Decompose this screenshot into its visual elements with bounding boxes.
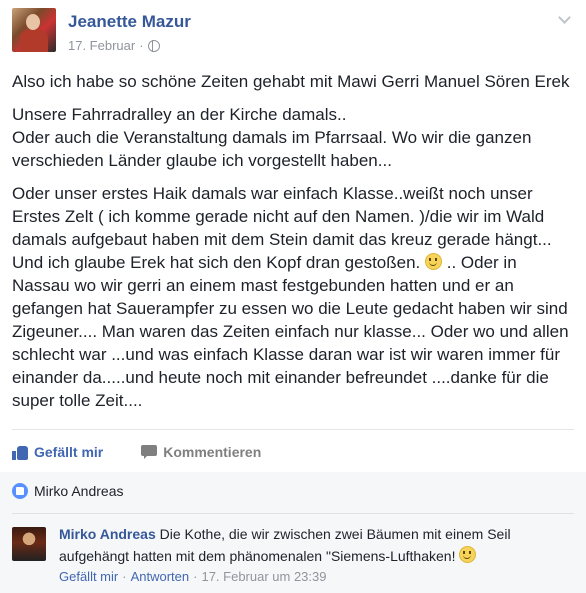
comment-body: Mirko Andreas Die Kothe, die wir zwische… — [59, 525, 579, 566]
likers-names[interactable]: Mirko Andreas — [34, 483, 123, 499]
chevron-down-icon[interactable] — [558, 12, 572, 26]
avatar-face — [26, 14, 40, 30]
post-line: Oder auch die Veranstaltung damals im Pf… — [12, 128, 532, 170]
smiley-icon — [459, 546, 477, 563]
post-author-name[interactable]: Jeanette Mazur — [68, 12, 191, 32]
like-button-label: Gefällt mir — [34, 444, 104, 460]
comment-like-link[interactable]: Gefällt mir — [59, 569, 118, 584]
post-paragraph: Unsere Fahrradralley an der Kirche damal… — [12, 103, 577, 172]
post-line: Unsere Fahrradralley an der Kirche damal… — [12, 105, 347, 124]
comment-meta-separator: · — [122, 569, 127, 584]
comment-divider — [12, 513, 574, 514]
comment-reply-link[interactable]: Antworten — [131, 569, 190, 584]
comment-timestamp[interactable]: 17. Februar um 23:39 — [201, 569, 326, 584]
likes-summary[interactable]: Mirko Andreas — [12, 483, 123, 499]
comment-button-label: Kommentieren — [163, 444, 262, 460]
post-actions: Gefällt mir Kommentieren — [12, 440, 261, 464]
post-text: .. Oder in Nassau wo wir gerri an einem … — [12, 253, 569, 410]
actions-divider-top — [12, 429, 574, 430]
comment-button[interactable]: Kommentieren — [141, 444, 261, 460]
post-paragraph: Oder unser erstes Haik damals war einfac… — [12, 182, 577, 412]
author-avatar[interactable] — [12, 8, 56, 52]
post-meta: 17. Februar · — [68, 38, 160, 53]
commenter-avatar[interactable] — [12, 527, 46, 561]
thumbs-up-icon — [12, 445, 28, 460]
like-badge-icon — [12, 483, 28, 499]
meta-separator: · — [139, 38, 144, 53]
comment-meta-separator: · — [193, 569, 198, 584]
comment-icon — [141, 445, 158, 459]
smiley-icon — [425, 253, 442, 270]
comment-meta: Gefällt mir · Antworten · 17. Februar um… — [59, 569, 327, 584]
comment-author[interactable]: Mirko Andreas — [59, 526, 156, 542]
comments-area: Mirko Andreas Mirko Andreas Die Kothe, d… — [0, 472, 586, 593]
post-body: Also ich habe so schöne Zeiten gehabt mi… — [12, 70, 577, 422]
like-button[interactable]: Gefällt mir — [12, 444, 103, 460]
avatar-body — [20, 30, 48, 52]
globe-icon[interactable] — [147, 39, 160, 52]
post-paragraph: Also ich habe so schöne Zeiten gehabt mi… — [12, 72, 570, 91]
post-date[interactable]: 17. Februar — [68, 38, 135, 53]
post-header: Jeanette Mazur 17. Februar · — [12, 8, 572, 54]
